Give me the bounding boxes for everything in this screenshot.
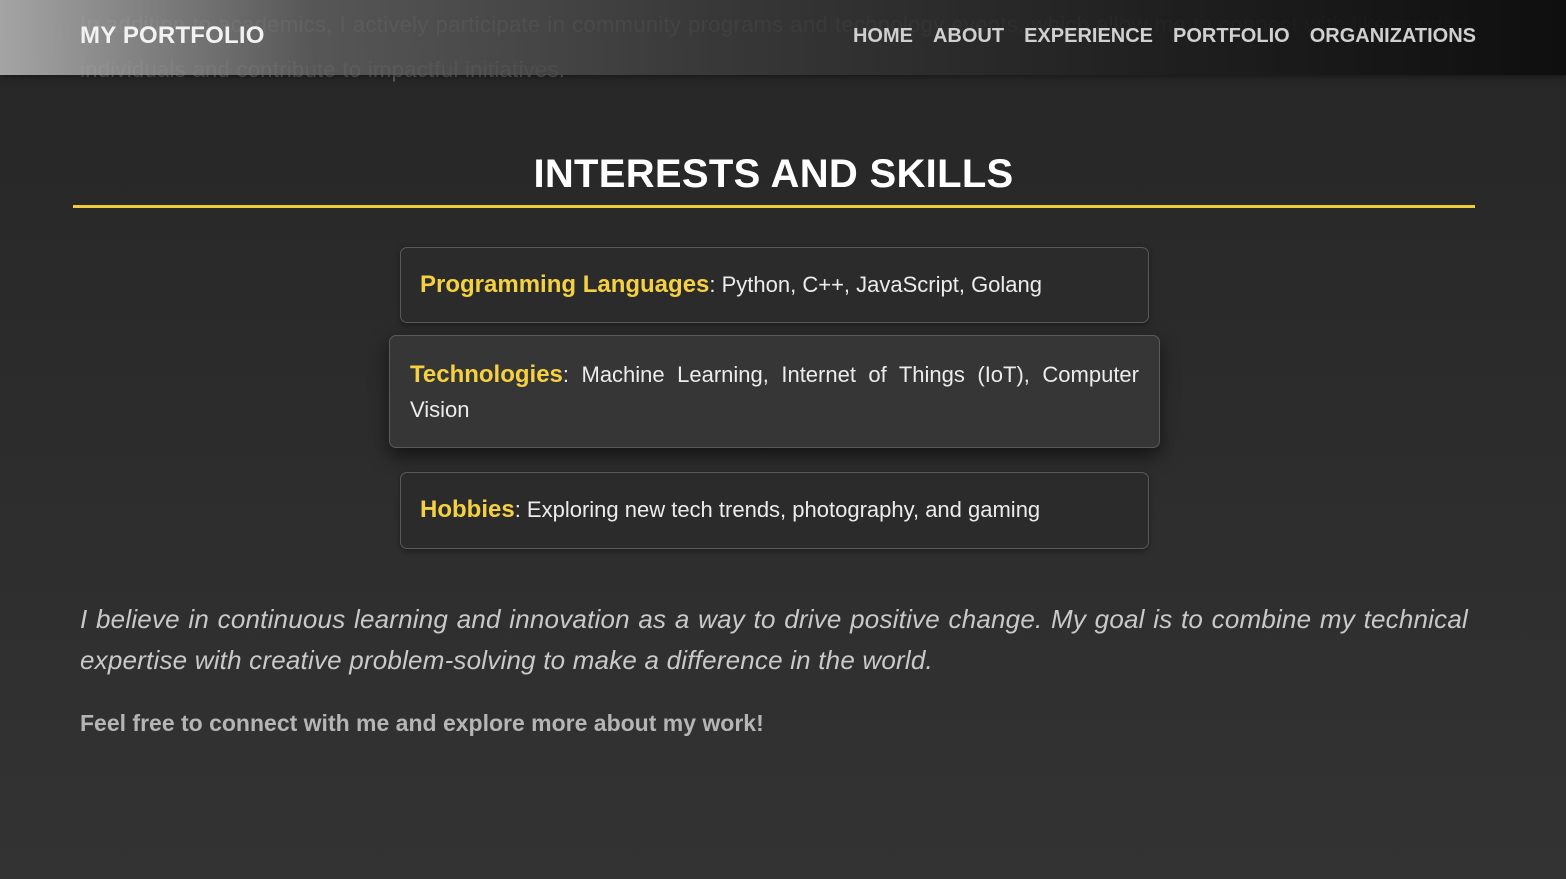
skill-card-key: Technologies (410, 361, 563, 388)
skill-card-value: : Python, C++, JavaScript, Golang (709, 272, 1043, 297)
skill-card-key: Hobbies (420, 496, 515, 523)
connect-cta: Feel free to connect with me and explore… (80, 710, 764, 736)
skill-card-key: Programming Languages (420, 271, 710, 298)
nav-links: HOME ABOUT EXPERIENCE PORTFOLIO ORGANIZA… (853, 25, 1476, 48)
nav-link-experience[interactable]: EXPERIENCE (1024, 25, 1153, 48)
skill-card-hobbies: Hobbies: Exploring new tech trends, phot… (400, 472, 1149, 549)
navbar: MY PORTFOLIO HOME ABOUT EXPERIENCE PORTF… (0, 0, 1566, 75)
nav-link-about[interactable]: ABOUT (933, 25, 1004, 48)
philosophy-quote: I believe in continuous learning and inn… (80, 604, 1468, 675)
brand-logo[interactable]: MY PORTFOLIO (80, 22, 265, 50)
skill-card-programming-languages: Programming Languages: Python, C++, Java… (400, 247, 1149, 323)
nav-link-portfolio[interactable]: PORTFOLIO (1173, 25, 1290, 48)
page: In addition to academics, I actively par… (0, 0, 1566, 879)
skill-card-value: : Exploring new tech trends, photography… (514, 497, 1041, 522)
title-divider (73, 205, 1475, 208)
section-title: INTERESTS AND SKILLS (533, 152, 1014, 196)
nav-link-home[interactable]: HOME (853, 25, 913, 48)
skill-card-technologies: Technologies: Machine Learning, Internet… (389, 335, 1160, 448)
nav-link-organizations[interactable]: ORGANIZATIONS (1310, 25, 1476, 48)
